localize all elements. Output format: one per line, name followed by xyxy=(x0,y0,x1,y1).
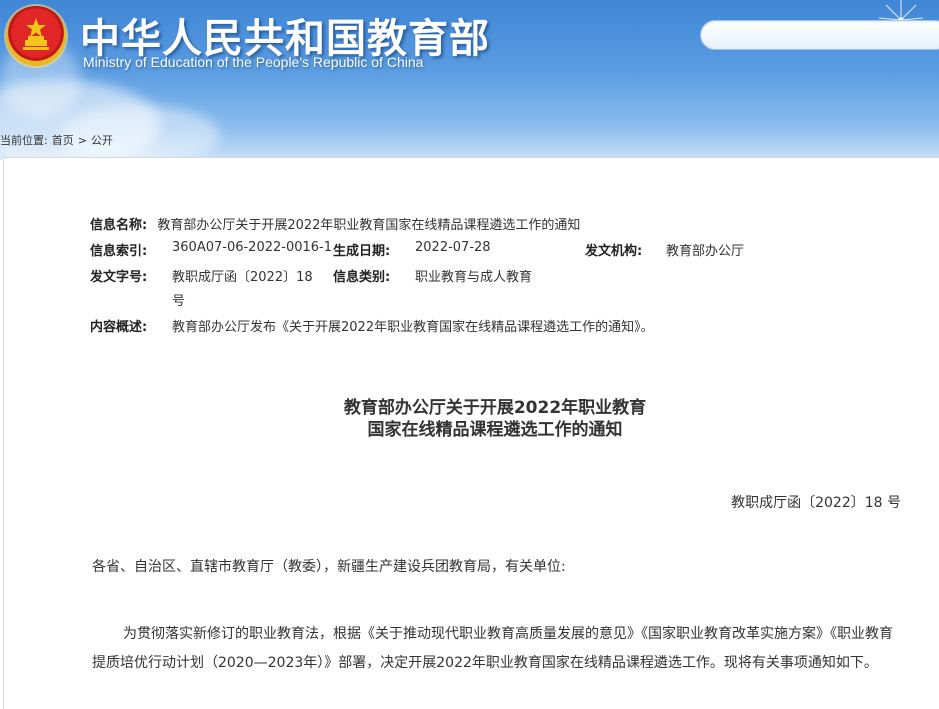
meta-docno-label-wrap: 发文字号: xyxy=(90,266,147,285)
meta-category-label: 信息类别: xyxy=(333,270,391,285)
national-emblem-icon[interactable] xyxy=(6,6,66,66)
meta-row-name: 信息名称: 教育部办公厅关于开展2022年职业教育国家在线精品课程遴选工作的通知 xyxy=(90,214,580,233)
breadcrumb: 当前位置: 首页 > 公开 xyxy=(0,132,117,148)
site-subtitle: Ministry of Education of the People's Re… xyxy=(83,54,424,70)
meta-summary-label-wrap: 内容概述: xyxy=(90,316,147,335)
breadcrumb-current-link[interactable]: 公开 xyxy=(91,134,113,147)
meta-date-value-wrap: 2022-07-28 xyxy=(415,240,491,255)
breadcrumb-separator: > xyxy=(77,134,87,147)
meta-category-label-wrap: 信息类别: xyxy=(333,266,390,285)
meta-docno-label: 发文字号: xyxy=(90,270,148,285)
meta-date-value: 2022-07-28 xyxy=(415,240,491,255)
meta-index-value: 360A07-06-2022-0016-1 xyxy=(172,240,332,255)
document-addressee: 各省、自治区、直辖市教育厅（教委），新疆生产建设兵团教育局，有关单位: xyxy=(92,559,566,575)
meta-index-label-wrap: 信息索引: xyxy=(90,240,147,259)
meta-date-label: 生成日期: xyxy=(333,244,391,259)
meta-docno-value-line2: 号 xyxy=(172,294,186,309)
breadcrumb-home-link[interactable]: 首页 xyxy=(52,134,74,147)
document-number: 教职成厅函〔2022〕18 号 xyxy=(731,495,901,511)
meta-index-value-wrap: 360A07-06-2022-0016-1 xyxy=(172,240,332,255)
meta-index-label: 信息索引: xyxy=(90,244,148,259)
meta-name-value: 教育部办公厅关于开展2022年职业教育国家在线精品课程遴选工作的通知 xyxy=(157,218,581,233)
site-header: 中华人民共和国教育部 Ministry of Education of the … xyxy=(0,0,939,160)
document-title-line1: 教育部办公厅关于开展2022年职业教育 xyxy=(343,398,647,418)
meta-docno-value-line1: 教职成厅函〔2022〕18 xyxy=(172,270,313,285)
meta-org-value-wrap: 教育部办公厅 xyxy=(666,240,744,259)
meta-date-label-wrap: 生成日期: xyxy=(333,240,390,259)
document-title-line2: 国家在线精品课程遴选工作的通知 xyxy=(367,420,623,440)
meta-category-value: 职业教育与成人教育 xyxy=(415,270,533,285)
meta-summary-value: 教育部办公厅发布《关于开展2022年职业教育国家在线精品课程遴选工作的通知》。 xyxy=(172,320,654,335)
meta-org-label: 发文机构: xyxy=(585,244,643,259)
meta-org-value: 教育部办公厅 xyxy=(666,244,745,259)
breadcrumb-prefix: 当前位置: xyxy=(0,134,48,147)
meta-name-label: 信息名称: xyxy=(90,218,148,233)
document-paragraph: 为贯彻落实新修订的职业教育法，根据《关于推动现代职业教育高质量发展的意见》《国家… xyxy=(92,626,893,671)
meta-summary-label: 内容概述: xyxy=(90,320,148,335)
meta-org-label-wrap: 发文机构: xyxy=(585,240,642,259)
search-input[interactable] xyxy=(700,20,939,50)
